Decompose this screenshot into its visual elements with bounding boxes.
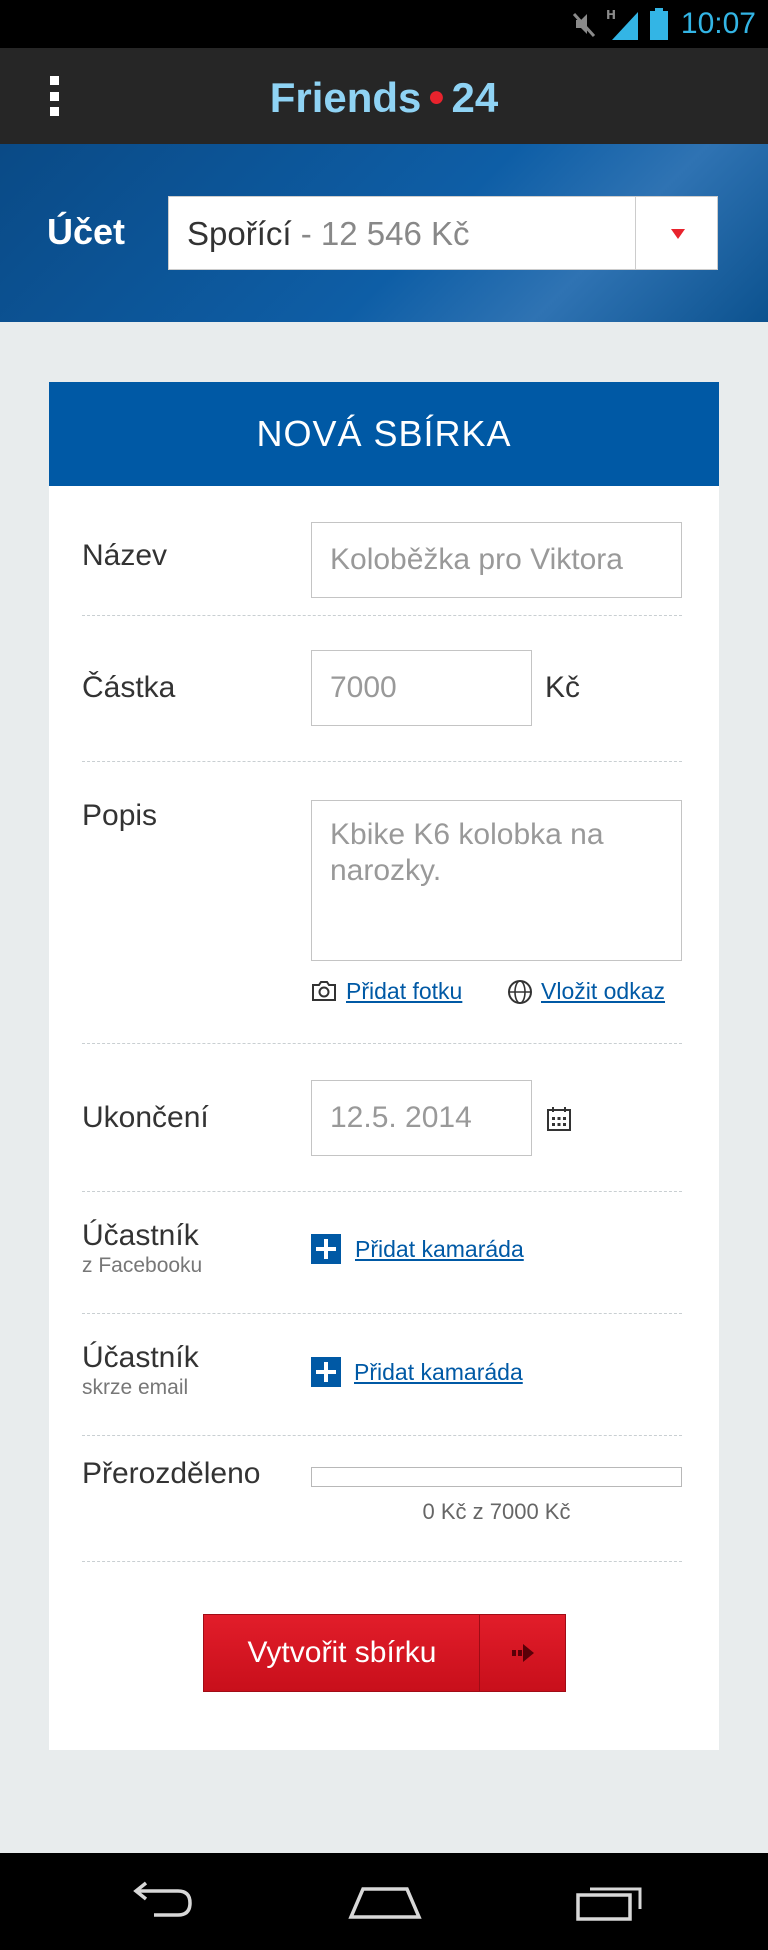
brand-name: Friends: [269, 74, 422, 121]
distributed-progress-bar: [311, 1467, 682, 1487]
add-facebook-friend-plus-icon[interactable]: [311, 1234, 341, 1264]
insert-link-link[interactable]: Vložit odkaz: [541, 977, 665, 1005]
currency-label: Kč: [545, 671, 581, 704]
network-label: H: [606, 8, 616, 22]
status-time: 10:07: [680, 7, 756, 40]
status-bar: H 10:07: [0, 0, 768, 48]
end-date-label: Ukončení: [82, 1101, 209, 1134]
amount-row: Částka 7000 Kč: [82, 616, 682, 762]
app-bar: Friends ● 24: [0, 48, 768, 144]
account-separator: -: [300, 215, 312, 252]
name-label: Název: [82, 539, 168, 572]
description-textarea[interactable]: Kbike K6 kolobka na narozky.: [311, 800, 682, 961]
account-label: Účet: [47, 211, 126, 252]
brand-number: 24: [451, 74, 499, 121]
card-title: NOVÁ SBÍRKA: [49, 382, 719, 486]
create-collection-label: Vytvořit sbírku: [247, 1636, 437, 1669]
end-date-input[interactable]: 12.5. 2014: [311, 1080, 532, 1156]
add-photo-link[interactable]: Přidat fotku: [346, 977, 462, 1005]
camera-icon: [312, 981, 336, 1001]
account-balance: 12 546 Kč: [320, 215, 470, 252]
account-select[interactable]: Spořící - 12 546 Kč: [168, 196, 718, 270]
participant-facebook-sublabel: z Facebooku: [82, 1254, 203, 1277]
participant-email-label: Účastník: [82, 1341, 199, 1374]
account-band: Účet Spořící - 12 546 Kč: [0, 144, 768, 322]
distributed-summary: 0 Kč z 7000 Kč: [422, 1499, 571, 1524]
dropdown-arrow-icon[interactable]: [635, 197, 717, 269]
home-icon[interactable]: [340, 1873, 430, 1929]
add-email-friend-link[interactable]: Přidat kamaráda: [354, 1358, 523, 1386]
name-input[interactable]: Koloběžka pro Viktora: [311, 522, 682, 598]
back-icon[interactable]: [115, 1873, 205, 1929]
account-selected-value: Spořící - 12 546 Kč: [187, 215, 470, 253]
create-collection-button[interactable]: Vytvořit sbírku: [203, 1614, 566, 1692]
distributed-row: Přerozděleno 0 Kč z 7000 Kč: [82, 1436, 682, 1562]
navigation-bar: [0, 1853, 768, 1950]
account-name: Spořící: [187, 215, 292, 252]
description-row: Popis Kbike K6 kolobka na narozky. Přida…: [82, 762, 682, 1044]
end-date-row: Ukončení 12.5. 2014: [82, 1044, 682, 1192]
name-row: Název Koloběžka pro Viktora: [82, 486, 682, 616]
participant-email-row: Účastník skrze email Přidat kamaráda: [82, 1314, 682, 1436]
recent-apps-icon[interactable]: [565, 1873, 655, 1929]
arrow-right-icon: [479, 1615, 565, 1691]
add-email-friend-plus-icon[interactable]: [311, 1357, 341, 1387]
signal-icon: H: [606, 8, 638, 40]
add-facebook-friend-link[interactable]: Přidat kamaráda: [355, 1235, 524, 1263]
calendar-icon[interactable]: [546, 1106, 572, 1132]
participant-facebook-label: Účastník: [82, 1219, 199, 1252]
amount-input[interactable]: 7000: [311, 650, 532, 726]
description-label: Popis: [82, 799, 158, 832]
new-collection-card: NOVÁ SBÍRKA Název Koloběžka pro Viktora …: [49, 382, 719, 1750]
participant-facebook-row: Účastník z Facebooku Přidat kamaráda: [82, 1192, 682, 1314]
brand-dot: ●: [427, 80, 446, 113]
globe-icon: [508, 980, 532, 1004]
brand-logo: Friends ● 24: [0, 74, 768, 121]
status-icons: H: [572, 6, 668, 42]
amount-label: Částka: [82, 671, 176, 704]
participant-email-sublabel: skrze email: [82, 1376, 189, 1399]
distributed-label: Přerozděleno: [82, 1457, 261, 1490]
battery-icon: [650, 8, 668, 40]
mute-icon: [572, 12, 596, 38]
